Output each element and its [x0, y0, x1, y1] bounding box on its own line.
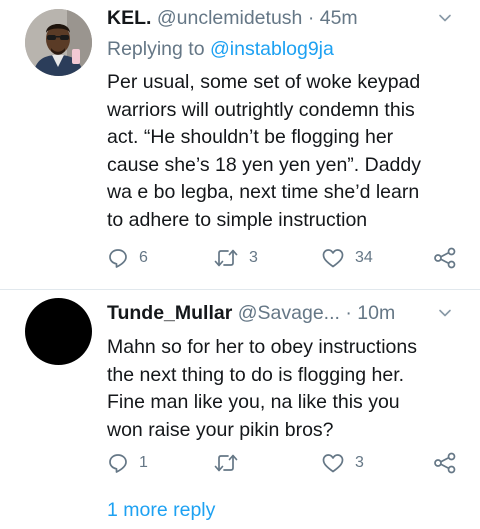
- tweet-text-line: Mahn so for her to obey instructions: [107, 336, 417, 358]
- tweet-text-line: won raise your pikin bros?: [107, 418, 334, 441]
- tweet-text-line: Per usual, some set of woke keypad: [107, 71, 421, 93]
- user-handle[interactable]: @Savage...: [238, 302, 340, 324]
- tweet-text-line: act. “He shouldn’t be flogging her: [107, 126, 394, 149]
- chevron-down-icon[interactable]: [438, 306, 452, 320]
- share-icon: [434, 247, 456, 269]
- tweet-text: Per usual, some set of woke keypad warri…: [107, 69, 466, 235]
- reply-icon: [109, 454, 127, 473]
- chevron-down-icon[interactable]: [438, 11, 452, 25]
- timestamp[interactable]: 45m: [320, 7, 358, 29]
- tweet-text-line: cause she’s 18 yen yen yen”. Daddy: [107, 153, 421, 176]
- separator-dot: ·: [307, 7, 315, 29]
- share-button[interactable]: [433, 245, 457, 271]
- tweet-text-line: the next thing to do is flogging her.: [107, 363, 405, 386]
- separator-dot: ·: [345, 302, 352, 324]
- profile-photo: [25, 9, 92, 76]
- more-replies-link[interactable]: 1 more reply: [107, 499, 215, 522]
- tweet-text-line: wa e bo legba, next time she’d learn: [107, 181, 420, 204]
- user-handle[interactable]: @unclemidetush: [157, 7, 303, 29]
- tweet-text-line: warriors will outrightly condemn this: [107, 98, 415, 121]
- replying-to: Replying to @instablog9ja: [107, 38, 334, 61]
- retweet-count: 3: [249, 249, 258, 266]
- reply-button[interactable]: 1: [107, 450, 148, 476]
- reply-icon: [109, 249, 127, 268]
- retweet-button[interactable]: [213, 450, 249, 476]
- tweet-header: Tunde_Mullar @Savage... · 10m: [107, 302, 460, 326]
- retweet-icon: [214, 249, 238, 267]
- avatar[interactable]: [25, 9, 92, 76]
- display-name[interactable]: Tunde_Mullar: [107, 302, 232, 324]
- like-count: 34: [355, 249, 373, 266]
- tweet-text: Mahn so for her to obey instructions the…: [107, 334, 466, 444]
- like-button[interactable]: 3: [321, 450, 364, 476]
- reply-count: 1: [139, 454, 148, 471]
- display-name[interactable]: KEL.: [107, 7, 151, 29]
- heart-icon: [322, 454, 344, 473]
- tweet-actions: 1 3: [107, 450, 467, 476]
- tweet-tunde-mullar[interactable]: Tunde_Mullar @Savage... · 10m Mahn so fo…: [0, 290, 480, 490]
- like-button[interactable]: 34: [321, 245, 373, 271]
- tweet-kel[interactable]: KEL. @unclemidetush · 45m Replying to @i…: [0, 0, 480, 290]
- tweet-text-line: Fine man like you, na like this you: [107, 391, 400, 414]
- share-button[interactable]: [433, 450, 457, 476]
- share-icon: [434, 452, 456, 474]
- timestamp[interactable]: 10m: [357, 302, 395, 324]
- tweet-header: KEL. @unclemidetush · 45m: [107, 7, 460, 31]
- retweet-icon: [214, 454, 238, 472]
- replying-to-handle-link[interactable]: @instablog9ja: [210, 38, 334, 60]
- reply-button[interactable]: 6: [107, 245, 148, 271]
- reply-count: 6: [139, 249, 148, 266]
- like-count: 3: [355, 454, 364, 471]
- heart-icon: [322, 249, 344, 268]
- retweet-button[interactable]: 3: [213, 245, 258, 271]
- tweet-actions: 6 3 34: [107, 245, 467, 271]
- replying-to-label: Replying to: [107, 38, 205, 60]
- tweet-text-line: to adhere to simple instruction: [107, 208, 368, 231]
- avatar[interactable]: [25, 298, 92, 365]
